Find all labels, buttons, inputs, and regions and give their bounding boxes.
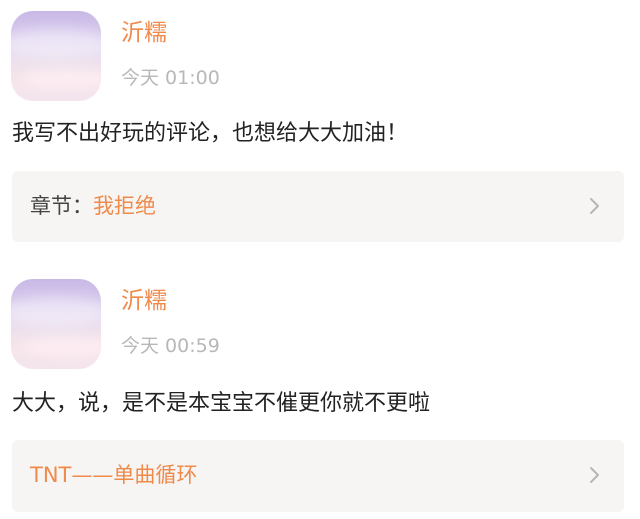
chapter-title: 我拒绝 bbox=[93, 194, 156, 218]
avatar[interactable] bbox=[11, 11, 101, 101]
comment-text: 我写不出好玩的评论，也想给大大加油！ bbox=[12, 121, 409, 146]
chapter-link-card[interactable]: TNT——单曲循环 bbox=[12, 440, 624, 512]
chapter-label: 章节： bbox=[30, 194, 93, 218]
username[interactable]: 沂糯 bbox=[121, 285, 167, 317]
chapter-link-card[interactable]: 章节：我拒绝 bbox=[12, 171, 624, 242]
comment-timestamp: 今天 00:59 bbox=[121, 335, 220, 357]
chapter-row: 章节：我拒绝 bbox=[30, 190, 156, 224]
chapter-row: TNT——单曲循环 bbox=[30, 459, 197, 493]
chevron-right-icon bbox=[584, 465, 604, 485]
chapter-title: TNT——单曲循环 bbox=[30, 463, 198, 487]
comment-text: 大大，说，是不是本宝宝不催更你就不更啦 bbox=[12, 391, 431, 416]
avatar[interactable] bbox=[11, 279, 101, 369]
username[interactable]: 沂糯 bbox=[121, 17, 167, 49]
comment-timestamp: 今天 01:00 bbox=[121, 67, 220, 89]
chevron-right-icon bbox=[584, 196, 604, 216]
